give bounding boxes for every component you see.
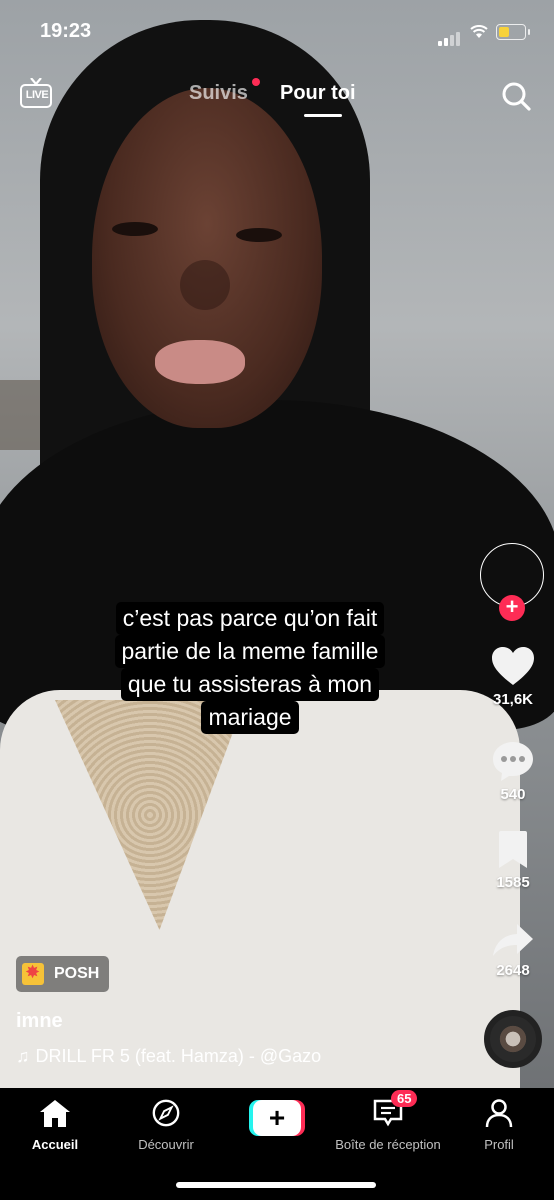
tab-inbox-label: Boîte de réception: [335, 1137, 441, 1152]
wifi-icon: [470, 25, 488, 38]
share-button[interactable]: 2648: [480, 922, 546, 979]
inbox-count-badge: 65: [391, 1090, 418, 1107]
video-subject-nose: [180, 260, 230, 310]
effect-badge[interactable]: POSH: [16, 956, 110, 992]
video-player[interactable]: [0, 0, 554, 1088]
active-tab-indicator: [304, 114, 342, 117]
effect-badge-label: POSH: [54, 965, 100, 982]
following-notification-dot: [252, 78, 260, 86]
like-button[interactable]: 31,6K: [480, 645, 546, 708]
live-button[interactable]: LIVE: [20, 78, 54, 112]
tab-inbox[interactable]: Boîte de réception: [328, 1098, 448, 1152]
create-button[interactable]: +: [249, 1100, 305, 1136]
video-subject-eye-left: [112, 222, 158, 236]
tab-home-label: Accueil: [31, 1137, 79, 1152]
video-caption-overlay: c’est pas parce qu’on fait partie de la …: [80, 602, 420, 734]
music-note-icon: ♫: [16, 1046, 30, 1066]
music-disc[interactable]: [484, 1010, 542, 1068]
tab-discover[interactable]: Découvrir: [106, 1098, 226, 1152]
caption-line: c’est pas parce qu’on fait: [115, 602, 385, 635]
comment-button[interactable]: 540: [480, 740, 546, 803]
bookmark-icon: [499, 831, 527, 868]
search-icon[interactable]: [500, 80, 532, 112]
status-bar: 19:23: [0, 0, 554, 64]
comment-icon: [493, 742, 533, 781]
tab-following[interactable]: Suivis: [189, 82, 248, 105]
signal-icon: [438, 28, 462, 46]
save-count: 1585: [496, 874, 530, 891]
live-label: LIVE: [25, 89, 49, 101]
tab-profile-label: Profil: [484, 1137, 514, 1152]
save-button[interactable]: 1585: [480, 830, 546, 891]
sparkle-icon: [22, 962, 44, 985]
author-username[interactable]: imne: [16, 1010, 63, 1033]
comment-count: 540: [500, 786, 526, 803]
caption-line: mariage: [201, 701, 299, 734]
video-subject-eye-right: [236, 228, 282, 242]
video-subject-lips: [155, 340, 245, 384]
like-count: 31,6K: [492, 691, 534, 708]
home-indicator: [176, 1182, 376, 1188]
share-icon: [493, 924, 533, 956]
profile-icon: [485, 1099, 513, 1128]
battery-level: [499, 27, 509, 37]
caption-line: partie de la meme famille: [114, 635, 386, 668]
share-count: 2648: [496, 962, 530, 979]
sound-link[interactable]: ♫ DRILL FR 5 (feat. Hamza) - @Gazo: [16, 1046, 321, 1067]
compass-icon: [152, 1099, 180, 1127]
tab-discover-label: Découvrir: [138, 1137, 194, 1152]
plus-icon: +: [253, 1100, 301, 1136]
tab-home[interactable]: Accueil: [0, 1098, 115, 1152]
heart-icon: [492, 647, 534, 685]
tab-profile[interactable]: Profil: [439, 1098, 554, 1152]
tab-for-you[interactable]: Pour toi: [280, 82, 356, 105]
status-time: 19:23: [40, 20, 92, 42]
caption-line: que tu assisteras à mon: [120, 668, 380, 701]
home-icon: [40, 1100, 70, 1127]
battery-icon: [496, 24, 530, 40]
sound-title: DRILL FR 5 (feat. Hamza) - @Gazo: [35, 1046, 322, 1066]
follow-plus-button[interactable]: +: [499, 595, 525, 621]
